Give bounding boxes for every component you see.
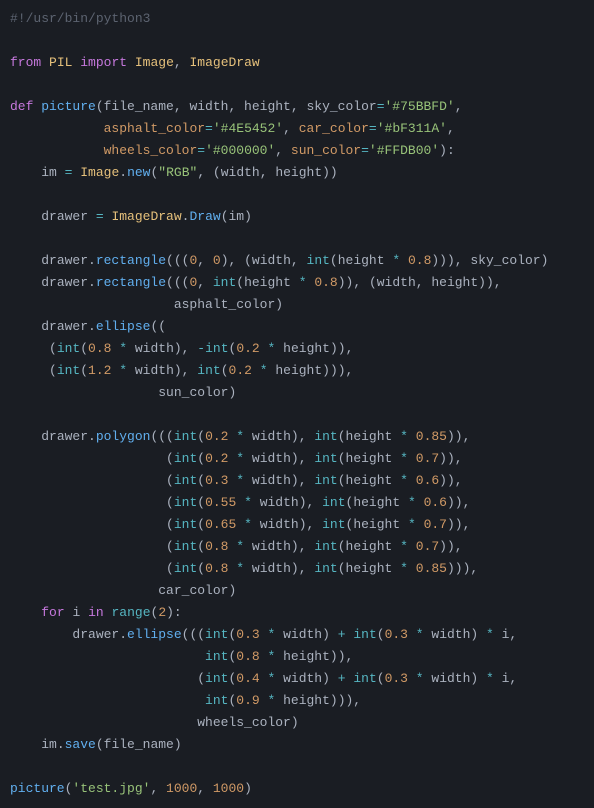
kw-from: from	[10, 55, 41, 70]
r1-end: ))), sky_color)	[431, 253, 548, 268]
fn-ellipse2: ellipse	[127, 627, 182, 642]
comma: ,	[174, 55, 190, 70]
fn-rect2: rectangle	[96, 275, 166, 290]
eq5: =	[361, 143, 369, 158]
save-args: (file_name)	[96, 737, 182, 752]
drawer-assign: drawer	[41, 209, 96, 224]
drawer2: drawer.	[41, 275, 96, 290]
kw-in: in	[88, 605, 104, 620]
kw-def: def	[10, 99, 33, 114]
fn-draw: Draw	[189, 209, 220, 224]
sig-open: (file_name, width, height, sky_color	[96, 99, 377, 114]
code-block: #!/usr/bin/python3 from PIL import Image…	[10, 8, 584, 800]
r1-h: (height	[330, 253, 392, 268]
mod-imagedraw: ImageDraw	[190, 55, 260, 70]
r2-asph: asphalt_color)	[174, 297, 283, 312]
eq2: =	[205, 121, 213, 136]
new-args: , (width, height))	[197, 165, 337, 180]
str-sky: '#75BBFD'	[385, 99, 455, 114]
drawer5: drawer.	[72, 627, 127, 642]
imagedraw-cls: ImageDraw	[111, 209, 181, 224]
str-wh: '#000000'	[205, 143, 275, 158]
kw-for: for	[41, 605, 64, 620]
im-assign: im	[41, 165, 64, 180]
str-rgb: "RGB"	[158, 165, 197, 180]
var-i: i	[72, 605, 80, 620]
image-cls: Image	[80, 165, 119, 180]
p-asph: asphalt_color	[104, 121, 205, 136]
fn-new: new	[127, 165, 150, 180]
drawer4: drawer.	[41, 429, 96, 444]
p-car: car_color	[299, 121, 369, 136]
r1-open: (((	[166, 253, 189, 268]
drawer1: drawer.	[41, 253, 96, 268]
eq3: =	[369, 121, 377, 136]
mod-pil: PIL	[49, 55, 72, 70]
eq4: =	[197, 143, 205, 158]
drawer3: drawer.	[41, 319, 96, 334]
fn-polygon: polygon	[96, 429, 151, 444]
e1-open: ((	[150, 319, 166, 334]
wheels-color: wheels_color)	[197, 715, 298, 730]
sun-color: sun_color)	[158, 385, 236, 400]
draw-args: (im)	[221, 209, 252, 224]
fn-save: save	[65, 737, 96, 752]
fn-ellipse1: ellipse	[96, 319, 151, 334]
eq: =	[377, 99, 385, 114]
fn-range: range	[111, 605, 150, 620]
str-car: '#bF311A'	[377, 121, 447, 136]
fn-rect1: rectangle	[96, 253, 166, 268]
comma2: ,	[455, 99, 463, 114]
int1: int	[307, 253, 330, 268]
str-sun: '#FFDB00'	[369, 143, 439, 158]
p-wheels: wheels_color	[104, 143, 198, 158]
str-asph: '#4E5452'	[213, 121, 283, 136]
kw-import: import	[80, 55, 127, 70]
r2-end: )), (width, height)),	[338, 275, 502, 290]
r1-mid: , (width,	[229, 253, 307, 268]
fn-picture: picture	[41, 99, 96, 114]
car-color: car_color)	[158, 583, 236, 598]
p-sun: sun_color	[291, 143, 361, 158]
mod-image: Image	[135, 55, 174, 70]
shebang: #!/usr/bin/python3	[10, 11, 150, 26]
